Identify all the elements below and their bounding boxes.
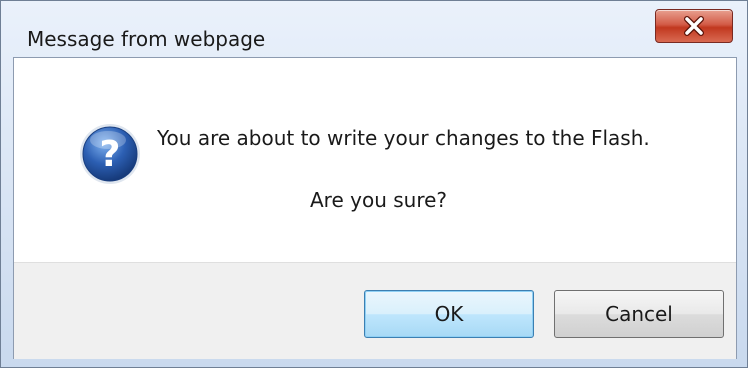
close-icon <box>656 10 732 42</box>
title-bar[interactable]: Message from webpage <box>1 1 747 57</box>
message-dialog: Message from webpage ? You are about to … <box>0 0 748 368</box>
button-bar: OK Cancel <box>14 262 736 359</box>
confirmation-question: Are you sure? <box>310 188 448 212</box>
svg-text:?: ? <box>100 134 121 175</box>
ok-button[interactable]: OK <box>364 290 534 338</box>
dialog-title: Message from webpage <box>27 27 266 51</box>
close-button[interactable] <box>655 9 733 43</box>
dialog-body: ? You are about to write your changes to… <box>13 57 737 359</box>
message-text: You are about to write your changes to t… <box>157 126 650 150</box>
cancel-button[interactable]: Cancel <box>554 290 724 338</box>
message-area: ? You are about to write your changes to… <box>14 58 736 262</box>
question-icon: ? <box>78 122 142 186</box>
